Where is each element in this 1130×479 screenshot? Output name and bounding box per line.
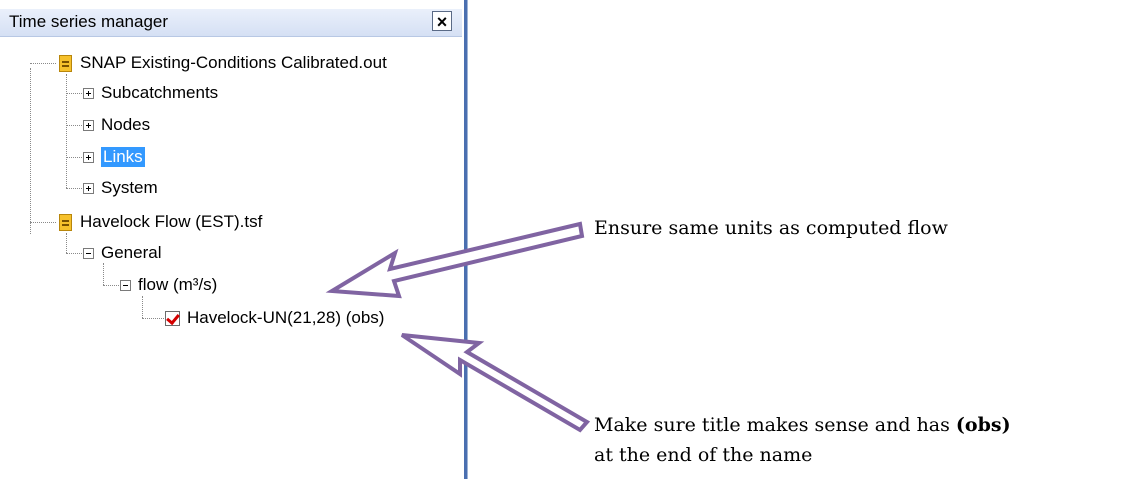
title-note-line2: at the end of the name <box>594 444 813 466</box>
annotation-arrows <box>325 221 591 433</box>
arrow-to-units <box>325 221 585 299</box>
title-note-line1: Make sure title makes sense and has (obs… <box>594 414 1011 436</box>
units-note: Ensure same units as computed flow <box>594 217 948 239</box>
arrow-to-series-name <box>400 333 591 433</box>
obs-highlight: (obs) <box>955 414 1011 436</box>
